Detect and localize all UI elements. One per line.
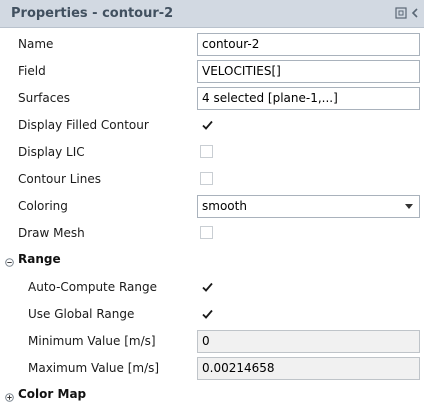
minimum-value-label: Minimum Value [m/s]: [28, 334, 156, 348]
property-row-minimum-value: Minimum Value [m/s] 0: [0, 328, 424, 355]
use-global-range-label: Use Global Range: [28, 307, 135, 321]
maximum-value-field[interactable]: 0.00214658: [197, 357, 420, 380]
maximum-value-label: Maximum Value [m/s]: [28, 361, 160, 375]
property-row-maximum-value: Maximum Value [m/s] 0.00214658: [0, 355, 424, 382]
name-label: Name: [18, 37, 54, 51]
undock-icon[interactable]: [395, 7, 407, 19]
section-header-color-map[interactable]: Color Map: [0, 382, 424, 409]
contour-lines-checkbox[interactable]: [200, 172, 213, 185]
checkmark-icon: [202, 309, 213, 319]
property-row-display-lic: Display LIC: [0, 139, 424, 166]
panel-titlebar: Properties - contour-2: [0, 0, 424, 28]
minimum-value-field[interactable]: 0: [197, 330, 420, 353]
chevron-down-icon: [405, 204, 413, 209]
property-row-auto-compute-range: Auto-Compute Range: [0, 274, 424, 301]
use-global-range-checkbox[interactable]: [200, 307, 213, 320]
property-row-use-global-range: Use Global Range: [0, 301, 424, 328]
display-filled-contour-label: Display Filled Contour: [18, 118, 149, 132]
minus-circle-icon[interactable]: [5, 256, 14, 267]
contour-lines-label: Contour Lines: [18, 172, 101, 186]
property-row-surfaces: Surfaces 4 selected [plane-1,...]: [0, 85, 424, 112]
auto-compute-range-checkbox[interactable]: [200, 280, 213, 293]
property-row-field: Field VELOCITIES[]: [0, 58, 424, 85]
property-row-contour-lines: Contour Lines: [0, 166, 424, 193]
panel-title: Properties - contour-2: [11, 6, 174, 21]
chevron-left-icon[interactable]: [409, 7, 421, 19]
coloring-value: smooth: [202, 199, 247, 213]
property-row-name: Name contour-2: [0, 31, 424, 58]
property-row-display-filled-contour: Display Filled Contour: [0, 112, 424, 139]
display-lic-label: Display LIC: [18, 145, 85, 159]
display-filled-contour-checkbox[interactable]: [200, 118, 213, 131]
color-map-section-title: Color Map: [18, 387, 87, 401]
property-row-coloring: Coloring smooth: [0, 193, 424, 220]
section-header-range[interactable]: Range: [0, 247, 424, 274]
surfaces-label: Surfaces: [18, 91, 70, 105]
display-lic-checkbox[interactable]: [200, 145, 213, 158]
field-field[interactable]: VELOCITIES[]: [197, 60, 420, 83]
draw-mesh-label: Draw Mesh: [18, 226, 85, 240]
coloring-label: Coloring: [18, 199, 68, 213]
name-field[interactable]: contour-2: [197, 33, 420, 56]
checkmark-icon: [202, 120, 213, 130]
coloring-select[interactable]: smooth: [197, 195, 420, 218]
property-row-draw-mesh: Draw Mesh: [0, 220, 424, 247]
draw-mesh-checkbox[interactable]: [200, 226, 213, 239]
checkmark-icon: [202, 282, 213, 292]
plus-circle-icon[interactable]: [5, 391, 14, 402]
range-section-title: Range: [18, 252, 61, 266]
field-label: Field: [18, 64, 46, 78]
properties-panel: Properties - contour-2 Name contour-2 Fi…: [0, 0, 424, 404]
surfaces-field[interactable]: 4 selected [plane-1,...]: [197, 87, 420, 110]
auto-compute-range-label: Auto-Compute Range: [28, 280, 157, 294]
